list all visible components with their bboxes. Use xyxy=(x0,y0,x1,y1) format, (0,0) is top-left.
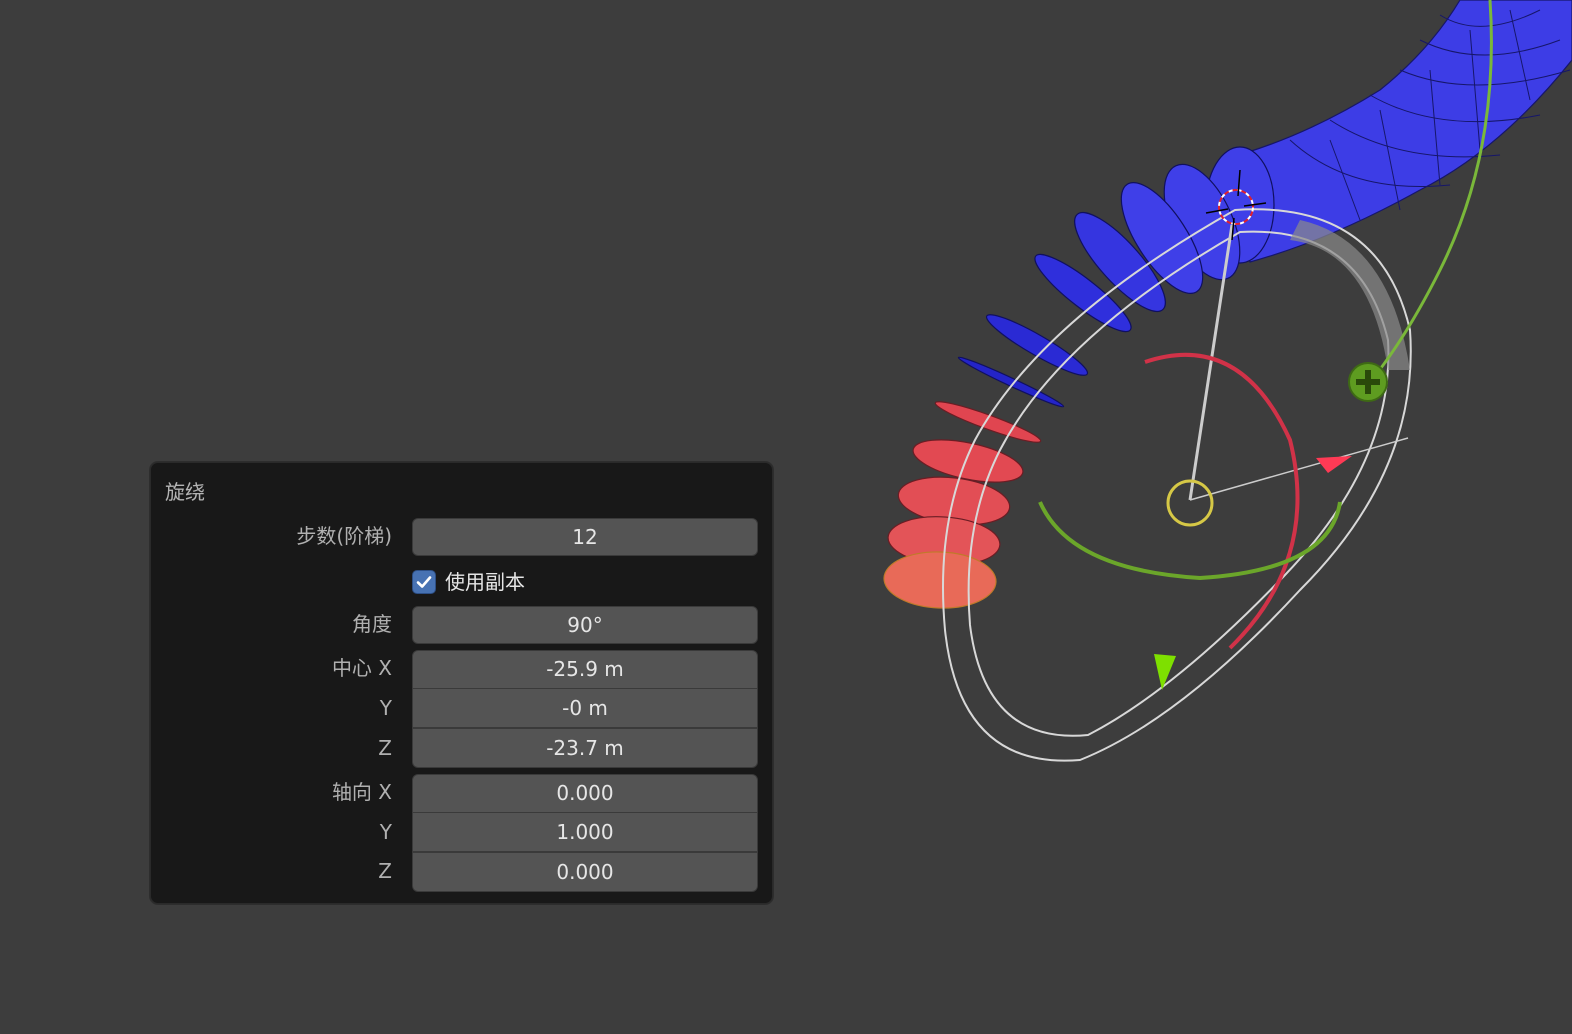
spin-center-icon[interactable] xyxy=(1166,479,1214,527)
axis-y-field[interactable]: 1.000 xyxy=(412,812,758,852)
spin-steps-red xyxy=(883,401,1042,609)
angle-field[interactable]: 90° xyxy=(412,606,758,644)
axis-z-label: Z xyxy=(378,859,392,883)
use-duplicates-label: 使用副本 xyxy=(445,570,525,594)
steps-label: 步数(阶梯) xyxy=(296,524,392,548)
panel-title[interactable]: 旋绕 xyxy=(165,479,205,505)
center-x-field[interactable]: -25.9 m xyxy=(412,650,758,689)
spin-steps-blue xyxy=(957,146,1275,408)
redo-last-panel: 旋绕 步数(阶梯) 12 使用副本 角度 90° 中心 X -25.9 m Y … xyxy=(150,462,773,904)
axis-x-field[interactable]: 0.000 xyxy=(412,774,758,813)
use-duplicates-row[interactable]: 使用副本 xyxy=(412,568,525,596)
center-x-label: 中心 X xyxy=(331,656,392,680)
use-duplicates-checkbox[interactable] xyxy=(412,570,436,594)
center-y-field[interactable]: -0 m xyxy=(412,688,758,728)
axis-x-label: 轴向 X xyxy=(331,780,392,804)
axis-z-field[interactable]: 0.000 xyxy=(412,852,758,892)
angle-label: 角度 xyxy=(352,612,392,636)
center-z-label: Z xyxy=(378,736,392,760)
axis-y-label: Y xyxy=(379,820,392,844)
center-y-label: Y xyxy=(379,696,392,720)
arrow-red-icon[interactable] xyxy=(1316,456,1352,473)
center-z-field[interactable]: -23.7 m xyxy=(412,728,758,768)
plus-icon[interactable] xyxy=(1348,362,1388,402)
steps-field[interactable]: 12 xyxy=(412,518,758,556)
checkmark-icon xyxy=(416,576,432,588)
